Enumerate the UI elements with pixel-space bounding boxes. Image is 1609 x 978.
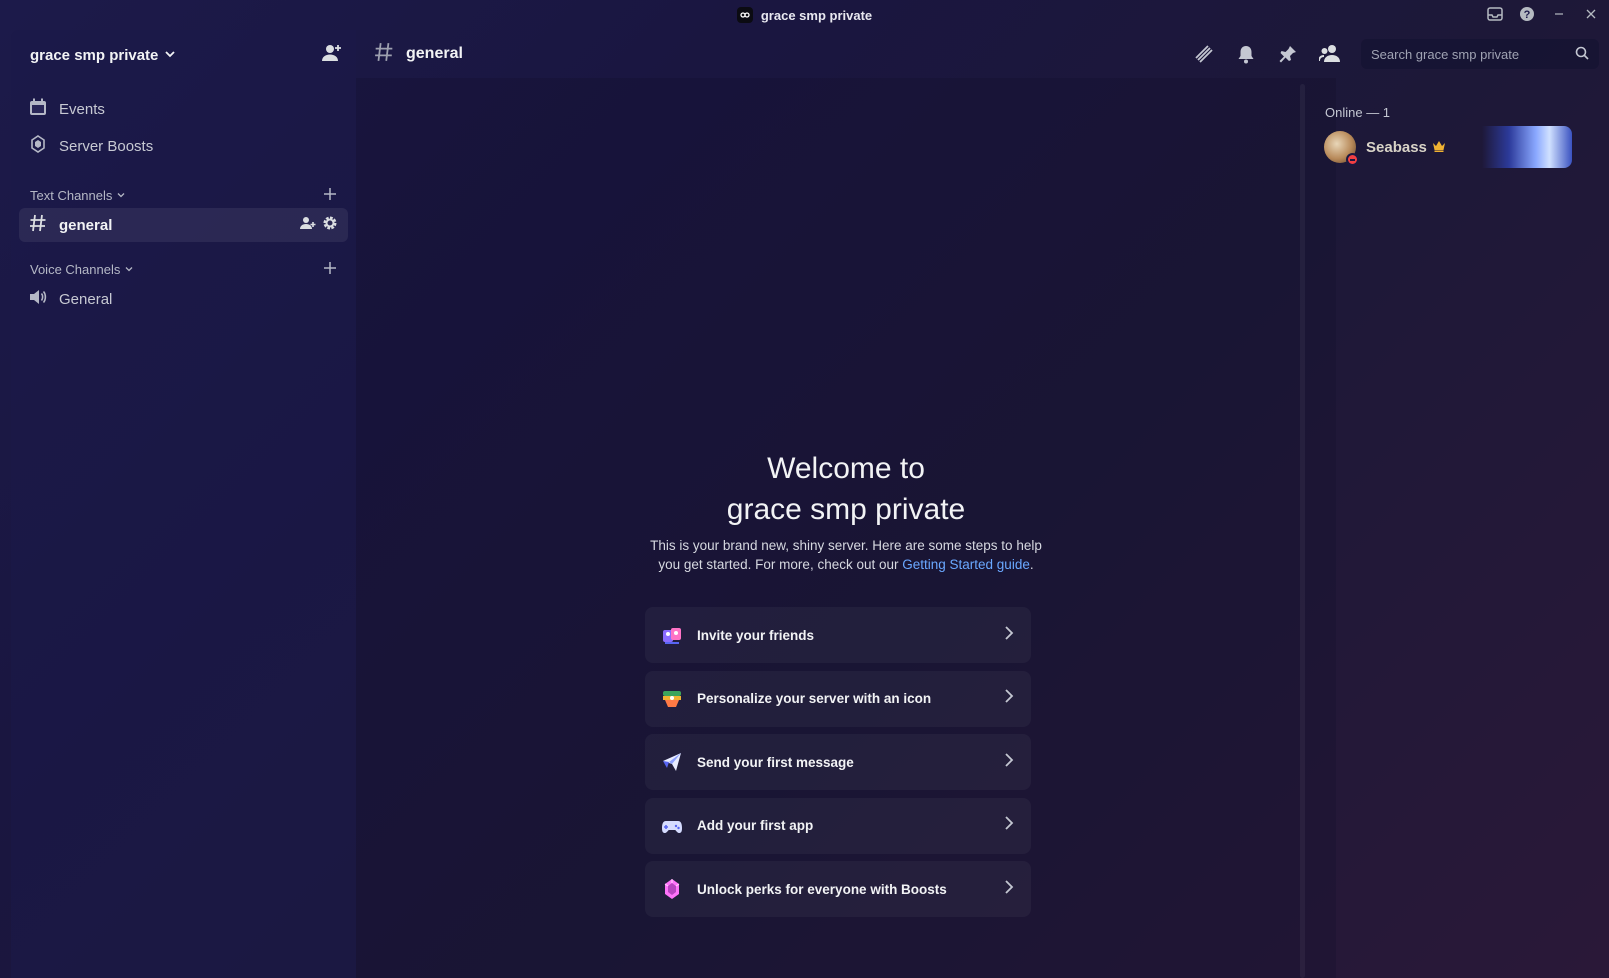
paper-plane-icon (661, 751, 683, 773)
boost-gem-icon (661, 878, 683, 900)
help-icon[interactable]: ? (1517, 4, 1537, 24)
hash-icon (29, 214, 47, 236)
step-send-first-message[interactable]: Send your first message (645, 734, 1031, 790)
chat-area: Welcome to grace smp private This is you… (356, 78, 1336, 978)
category-label[interactable]: Text Channels (30, 188, 112, 203)
calendar-icon (29, 98, 47, 120)
member-name[interactable]: Seabass (1366, 139, 1427, 156)
pin-icon[interactable] (1277, 43, 1299, 65)
window-title: grace smp private (760, 7, 873, 23)
server-icon (736, 7, 753, 23)
search-icon[interactable] (1575, 46, 1589, 63)
getting-started-link[interactable]: Getting Started guide (902, 557, 1030, 572)
server-header[interactable]: grace smp private (11, 30, 356, 80)
channel-name: General (59, 290, 113, 308)
step-label: Invite your friends (697, 627, 815, 643)
member-list-icon[interactable] (1319, 43, 1341, 65)
channel-header: general Search grace smp private (356, 30, 1609, 78)
header-channel-name: general (406, 45, 463, 62)
create-channel-icon[interactable] (324, 187, 336, 203)
online-heading: Online — 1 (1325, 105, 1391, 120)
server-name[interactable]: grace smp private (30, 47, 158, 64)
chevron-down-icon[interactable] (124, 262, 134, 277)
chevron-right-icon (1003, 752, 1015, 772)
onboarding-steps: Invite your friends Personalize your ser… (645, 607, 1031, 925)
invite-friends-icon (661, 624, 683, 646)
sidebar-item-label: Server Boosts (59, 137, 154, 155)
avatar[interactable] (1324, 131, 1359, 166)
welcome-description: This is your brand new, shiny server. He… (646, 536, 1046, 574)
app-title: grace smp private (736, 7, 873, 23)
step-invite-friends[interactable]: Invite your friends (645, 607, 1031, 663)
welcome-title: Welcome to grace smp private (356, 448, 1336, 530)
inbox-icon[interactable] (1485, 4, 1505, 24)
sidebar-item-label: Events (59, 100, 105, 118)
crown-icon (1432, 139, 1446, 156)
category-text-channels[interactable]: Text Channels (11, 183, 356, 207)
step-label: Send your first message (697, 754, 854, 770)
chevron-right-icon (1003, 816, 1015, 835)
threads-icon[interactable] (1193, 43, 1215, 65)
welcome-section: Welcome to grace smp private This is you… (356, 448, 1336, 574)
search-placeholder[interactable]: Search grace smp private (1371, 47, 1519, 62)
scrollbar[interactable] (1300, 84, 1305, 978)
create-invite-icon[interactable] (300, 216, 316, 234)
member-list: Online — 1 Seabass (1310, 78, 1609, 978)
step-add-first-app[interactable]: Add your first app (645, 797, 1031, 854)
personalize-icon (661, 688, 683, 710)
step-label: Unlock perks for everyone with Boosts (697, 881, 947, 897)
close-icon[interactable] (1581, 4, 1601, 24)
search-input[interactable]: Search grace smp private (1361, 39, 1599, 69)
hash-icon (374, 42, 394, 67)
channel-name: general (59, 216, 113, 234)
gamepad-icon (661, 815, 683, 837)
minimize-icon[interactable] (1549, 4, 1569, 24)
gear-icon[interactable] (322, 215, 338, 235)
step-personalize-server[interactable]: Personalize your server with an icon (645, 670, 1031, 727)
chevron-right-icon (1003, 879, 1015, 899)
boost-icon (29, 135, 47, 157)
title-bar: grace smp private ? (0, 0, 1609, 30)
chevron-down-icon[interactable] (164, 47, 176, 64)
sidebar-item-server-boosts[interactable]: Server Boosts (19, 128, 348, 164)
chevron-right-icon (1003, 625, 1015, 645)
category-voice-channels[interactable]: Voice Channels (11, 257, 356, 281)
svg-text:?: ? (1524, 9, 1531, 21)
member-item[interactable]: Seabass (1320, 126, 1572, 168)
chevron-down-icon[interactable] (116, 188, 126, 203)
member-banner (1482, 126, 1572, 168)
channel-voice-general[interactable]: General (19, 282, 348, 316)
welcome-title-line2: grace smp private (726, 493, 966, 526)
dnd-status-icon (1346, 153, 1359, 166)
sidebar-item-events[interactable]: Events (19, 91, 348, 127)
category-label[interactable]: Voice Channels (30, 262, 120, 277)
chevron-right-icon (1003, 689, 1015, 708)
step-label: Add your first app (697, 818, 814, 833)
channel-sidebar: grace smp private Events Server Boosts T… (11, 30, 356, 978)
bell-icon[interactable] (1235, 43, 1257, 65)
welcome-title-line1: Welcome to (767, 452, 925, 485)
step-label: Personalize your server with an icon (697, 691, 932, 706)
welcome-description-end: . (1029, 557, 1034, 572)
channel-general[interactable]: general (19, 208, 348, 242)
create-channel-icon[interactable] (324, 261, 336, 277)
speaker-icon (29, 288, 47, 310)
step-unlock-boosts[interactable]: Unlock perks for everyone with Boosts (645, 861, 1031, 917)
invite-people-icon[interactable] (322, 44, 342, 67)
